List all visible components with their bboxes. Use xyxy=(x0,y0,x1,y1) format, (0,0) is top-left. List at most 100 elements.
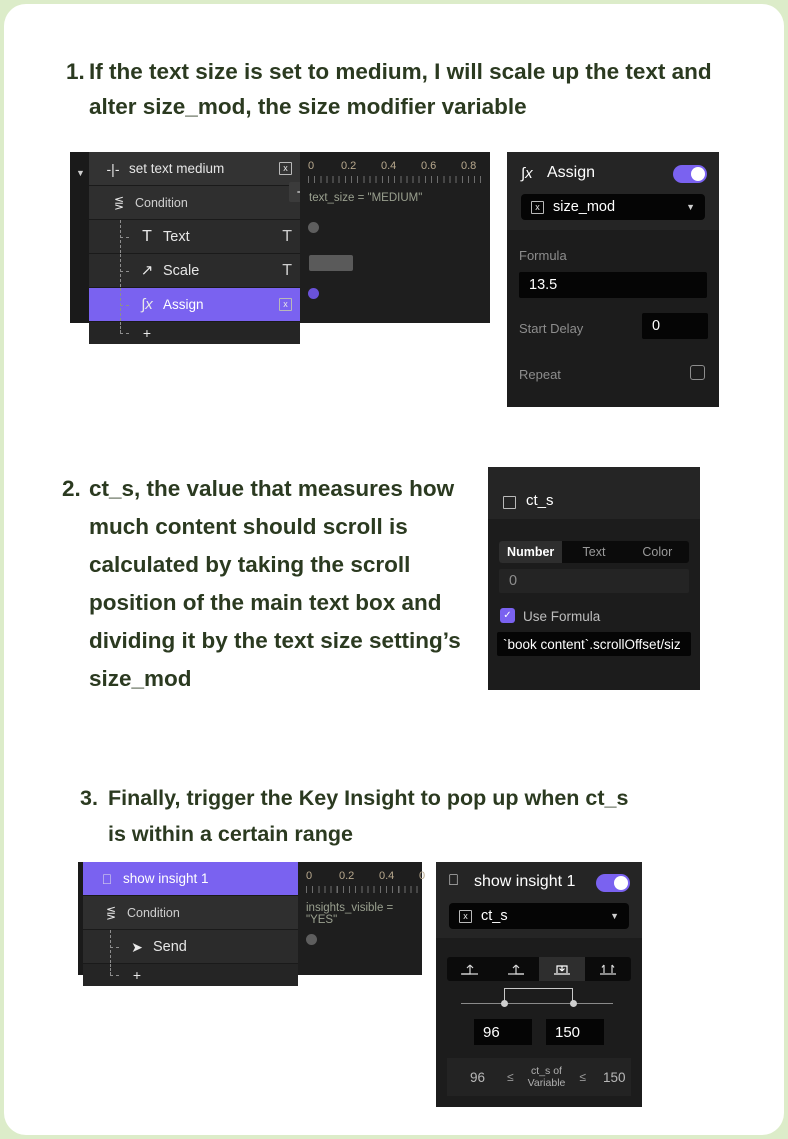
tree-row-add[interactable]: + xyxy=(89,322,300,344)
insight-mode-selector[interactable] xyxy=(447,957,631,981)
formula-input[interactable]: 13.5 xyxy=(519,272,707,298)
timeline-panel-1: ▼ -|- set text medium x ⋚ Condition T Te… xyxy=(70,152,490,344)
range-min-input[interactable]: 96 xyxy=(474,1019,532,1045)
cts-formula-input[interactable]: `book content`.scrollOffset/siz xyxy=(497,632,691,656)
timeline-keyframe-dot[interactable] xyxy=(306,934,317,945)
timeline-keyframe-dot[interactable] xyxy=(308,222,319,233)
ruler-ticks xyxy=(308,176,484,183)
cts-value-input[interactable]: 0 xyxy=(499,569,689,593)
scale-icon: ↗ xyxy=(140,262,154,279)
use-formula-label: Use Formula xyxy=(523,609,601,624)
mode-range-icon[interactable] xyxy=(539,957,585,981)
tree-row-text[interactable]: T Text T xyxy=(89,220,300,254)
ruler-tick-label: 0.8 xyxy=(461,160,477,172)
insight-inspector: ⎕ show insight 1 x ct_s ▼ 96 150 96 ≤ ct… xyxy=(436,862,642,1107)
assign-inspector-icon: ∫x xyxy=(521,165,533,182)
summary-op-right: ≤ xyxy=(579,1070,586,1084)
send-icon: ➤ xyxy=(131,938,143,955)
tree-row-condition[interactable]: ⋚ Condition xyxy=(83,896,298,930)
cts-inspector-title: ct_s xyxy=(526,492,554,509)
chevron-down-icon[interactable]: ▼ xyxy=(686,202,695,212)
cts-type-tabs[interactable]: Number Text Color xyxy=(499,541,689,563)
use-formula-checkbox[interactable]: ✓ xyxy=(500,608,515,623)
tab-color[interactable]: Color xyxy=(626,541,689,563)
tree-guide-elbow xyxy=(120,236,129,239)
range-slider-handle-max[interactable] xyxy=(570,1000,577,1007)
tree-row-label: Condition xyxy=(127,905,180,920)
timeline-condition-text: text_size = "MEDIUM" xyxy=(309,192,423,204)
range-summary: 96 ≤ ct_s of Variable ≤ 150 xyxy=(447,1058,631,1096)
tree-row-show-insight-1[interactable]: ⎕ show insight 1 xyxy=(83,862,298,896)
tab-number[interactable]: Number xyxy=(499,541,563,563)
collapse-caret-icon[interactable]: ▼ xyxy=(76,168,85,178)
mode-enter-up-icon[interactable] xyxy=(447,957,493,981)
start-delay-label: Start Delay xyxy=(519,321,584,336)
start-delay-input[interactable]: 0 xyxy=(642,313,708,339)
ruler-tick-label: 0.6 xyxy=(421,160,437,172)
assign-inspector-title: Assign xyxy=(547,164,596,181)
range-slider-handle-min[interactable] xyxy=(501,1000,508,1007)
variable-box-icon: x xyxy=(531,200,544,214)
mode-exit-icon[interactable] xyxy=(585,957,631,981)
mode-enter-down-icon[interactable] xyxy=(493,957,539,981)
step-3-number: 3. xyxy=(80,786,98,810)
timeline-ruler-1: 0 0.2 0.4 0.6 0.8 xyxy=(308,160,490,184)
tree-row-scale[interactable]: ↗ Scale T xyxy=(89,254,300,288)
range-max-input[interactable]: 150 xyxy=(546,1019,604,1045)
ruler-tick-label: 0.2 xyxy=(339,870,355,882)
timeline-ruler-3: 0 0.2 0.4 0 xyxy=(306,870,426,894)
variable-box-icon: x xyxy=(459,909,472,923)
variable-box-icon[interactable]: x xyxy=(279,298,292,311)
step-1-text: 1. If the text size is set to medium, I … xyxy=(66,54,726,124)
timeline-tree-3: ⎕ show insight 1 ⋚ Condition ➤ Send + xyxy=(83,862,298,986)
timeline-tree-1: -|- set text medium x ⋚ Condition T Text… xyxy=(89,152,313,344)
tree-row-label: Send xyxy=(153,938,187,955)
step-2-text: 2. ct_s, the value that measures how muc… xyxy=(62,470,462,698)
repeat-label: Repeat xyxy=(519,367,561,382)
insight-variable-dropdown[interactable]: x ct_s ▼ xyxy=(449,903,629,929)
chevron-down-icon[interactable]: ▼ xyxy=(610,911,619,921)
add-icon[interactable]: + xyxy=(137,326,157,340)
tree-row-label: Assign xyxy=(163,297,204,312)
step-3-text: 3. Finally, trigger the Key Insight to p… xyxy=(80,780,640,852)
cts-inspector: ct_s Number Text Color 0 ✓ Use Formula `… xyxy=(488,467,700,690)
step-2-body: ct_s, the value that measures how much c… xyxy=(89,476,461,691)
cts-inspector-header xyxy=(488,467,700,519)
tree-row-assign[interactable]: ∫x Assign x xyxy=(89,288,300,322)
ruler-tick-label: 0 xyxy=(308,160,315,172)
tree-guide-elbow xyxy=(120,333,129,335)
tree-guide-elbow xyxy=(110,975,119,977)
tree-guide-elbow xyxy=(110,946,119,949)
assign-enable-toggle[interactable] xyxy=(673,165,707,183)
ruler-tick-label: 0 xyxy=(419,870,426,882)
range-slider-selection[interactable] xyxy=(504,988,573,1004)
tree-row-send[interactable]: ➤ Send xyxy=(83,930,298,964)
timeline-keyframe-dot-active[interactable] xyxy=(308,288,319,299)
insight-variable-name: ct_s xyxy=(481,908,508,924)
insight-enable-toggle[interactable] xyxy=(596,874,630,892)
timeline-clip-bar[interactable] xyxy=(309,255,353,271)
summary-max: 150 xyxy=(602,1069,626,1085)
summary-variable: ct_s of Variable xyxy=(528,1065,566,1089)
timeline-track-area-1: 0 0.2 0.4 0.6 0.8 text_size = "MEDIUM" xyxy=(300,152,490,323)
ruler-tick-label: 0.4 xyxy=(381,160,397,172)
timeline-track-area-3: 0 0.2 0.4 0 insights_visible = "YES" xyxy=(298,862,426,975)
step-2-number: 2. xyxy=(62,476,81,501)
condition-icon: ⋚ xyxy=(113,195,125,210)
page-card: 1. If the text size is set to medium, I … xyxy=(4,4,784,1135)
tree-row-condition[interactable]: ⋚ Condition xyxy=(89,186,300,220)
assign-variable-name: size_mod xyxy=(553,199,616,215)
assign-variable-dropdown[interactable]: x size_mod ▼ xyxy=(521,194,705,220)
tab-text[interactable]: Text xyxy=(562,541,625,563)
timeline-panel-3: ⎕ show insight 1 ⋚ Condition ➤ Send + 0 … xyxy=(78,862,426,986)
insight-inspector-title: show insight 1 xyxy=(474,873,576,890)
summary-op-left: ≤ xyxy=(507,1070,514,1084)
tree-row-set-text-medium[interactable]: -|- set text medium x xyxy=(89,152,300,186)
add-icon[interactable]: + xyxy=(127,968,147,982)
ruler-tick-label: 0 xyxy=(306,870,313,882)
tree-guide-elbow xyxy=(120,270,129,273)
tree-row-add[interactable]: + xyxy=(83,964,298,986)
condition-icon: ⋚ xyxy=(105,905,117,920)
variable-box-icon[interactable]: x xyxy=(279,162,292,175)
repeat-checkbox[interactable] xyxy=(690,365,705,380)
